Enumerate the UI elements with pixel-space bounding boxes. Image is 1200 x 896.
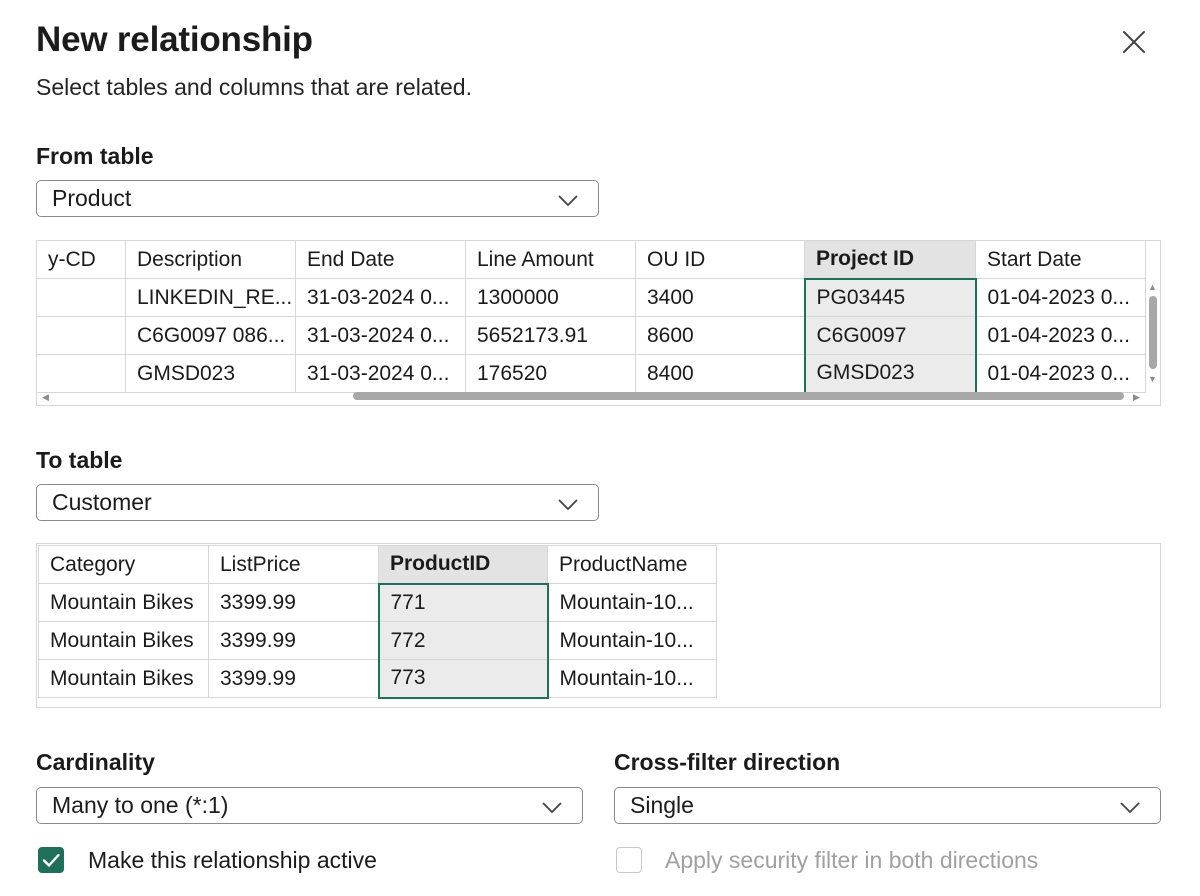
to-table-preview: Category ListPrice ProductID ProductName Mo… (36, 543, 1161, 708)
column-header[interactable]: y-CD (37, 241, 126, 279)
column-header[interactable]: Description (125, 241, 296, 279)
chevron-down-icon (1120, 802, 1140, 814)
table-cell[interactable]: 1300000 (465, 278, 636, 317)
scroll-right-arrow[interactable]: ▶ (1133, 393, 1140, 402)
vertical-scrollbar-thumb[interactable] (1149, 296, 1157, 369)
table-cell[interactable]: 01-04-2023 0... (975, 354, 1146, 393)
column-header[interactable]: OU ID (635, 241, 805, 279)
table-row: Mountain Bikes 3399.99 771 Mountain-10... (38, 582, 717, 622)
table-cell[interactable]: LINKEDIN_RE... (125, 278, 296, 317)
table-cell[interactable]: Mountain Bikes (38, 659, 209, 698)
table-cell[interactable]: GMSD023 (125, 354, 296, 393)
table-cell[interactable]: 31-03-2024 0... (295, 316, 466, 355)
active-checkbox-label[interactable]: Make this relationship active (88, 847, 377, 874)
dialog-title: New relationship (36, 20, 313, 59)
table-cell[interactable] (37, 354, 126, 393)
column-header-selected[interactable]: ProductID (378, 545, 548, 584)
selected-column-cell[interactable]: 771 (377, 582, 549, 622)
chevron-down-icon (542, 802, 562, 814)
table-cell[interactable]: 5652173.91 (465, 316, 636, 355)
selected-column-cell[interactable]: 773 (377, 659, 549, 699)
table-cell[interactable]: 3399.99 (208, 621, 379, 660)
selected-column-cell[interactable]: C6G0097 (803, 316, 977, 355)
checkmark-icon (42, 853, 60, 867)
table-cell[interactable]: 3399.99 (208, 659, 379, 698)
dialog-subtitle: Select tables and columns that are relat… (36, 74, 472, 100)
cross-filter-dropdown[interactable]: Single (614, 787, 1161, 824)
from-table-dropdown[interactable]: Product (36, 180, 599, 217)
from-table-preview: y-CD Description End Date Line Amount OU ID P… (36, 240, 1161, 406)
table-cell[interactable]: 01-04-2023 0... (975, 316, 1146, 355)
table-cell[interactable]: 31-03-2024 0... (295, 354, 466, 393)
column-header-selected[interactable]: Project ID (804, 241, 976, 279)
table-row: Mountain Bikes 3399.99 773 Mountain-10... (38, 659, 717, 699)
cardinality-value: Many to one (*:1) (52, 792, 229, 818)
table-cell[interactable]: 3400 (635, 278, 805, 317)
column-header[interactable]: End Date (295, 241, 466, 279)
table-cell[interactable]: 176520 (465, 354, 636, 393)
security-filter-checkbox[interactable] (616, 847, 642, 873)
table-row: LINKEDIN_RE... 31-03-2024 0... 1300000 3400… (37, 277, 1146, 317)
to-table-value: Customer (52, 489, 152, 515)
active-checkbox[interactable] (38, 847, 64, 873)
column-header[interactable]: ProductName (547, 545, 717, 584)
from-table-label: From table (36, 143, 154, 169)
table-cell[interactable]: Mountain-10... (547, 621, 717, 660)
table-cell[interactable] (37, 316, 126, 355)
security-filter-label[interactable]: Apply security filter in both directions (665, 847, 1038, 874)
close-button[interactable] (1118, 26, 1150, 58)
scroll-down-arrow[interactable]: ▼ (1148, 375, 1157, 384)
scroll-left-arrow[interactable]: ◀ (42, 393, 49, 402)
table-cell[interactable] (37, 278, 126, 317)
to-table-label: To table (36, 447, 123, 473)
column-header[interactable]: Start Date (975, 241, 1146, 279)
table-row: Mountain Bikes 3399.99 772 Mountain-10... (38, 621, 717, 660)
table-row: GMSD023 31-03-2024 0... 176520 8400 GMSD023 0… (37, 354, 1146, 394)
chevron-down-icon (558, 499, 578, 511)
table-cell[interactable]: 3399.99 (208, 583, 379, 622)
to-table-grid: Category ListPrice ProductID ProductName Mo… (38, 545, 717, 699)
table-cell[interactable]: Mountain Bikes (38, 583, 209, 622)
table-cell[interactable]: 8400 (635, 354, 805, 393)
table-cell[interactable]: Mountain-10... (547, 583, 717, 622)
table-cell[interactable]: Mountain Bikes (38, 621, 209, 660)
table-cell[interactable]: Mountain-10... (547, 659, 717, 698)
column-header[interactable]: Category (38, 545, 209, 584)
cross-filter-value: Single (630, 792, 694, 818)
cardinality-dropdown[interactable]: Many to one (*:1) (36, 787, 583, 824)
horizontal-scrollbar-thumb[interactable] (353, 392, 1124, 400)
table-cell[interactable]: 8600 (635, 316, 805, 355)
from-table-value: Product (52, 185, 132, 211)
selected-column-cell[interactable]: GMSD023 (803, 354, 977, 394)
chevron-down-icon (558, 195, 578, 207)
cross-filter-label: Cross-filter direction (614, 749, 841, 775)
from-table-grid: y-CD Description End Date Line Amount OU ID P… (37, 241, 1146, 394)
selected-column-cell[interactable]: PG03445 (803, 277, 977, 317)
selected-column-cell[interactable]: 772 (377, 621, 549, 660)
table-cell[interactable]: C6G0097 086... (125, 316, 296, 355)
column-header[interactable]: ListPrice (208, 545, 379, 584)
scroll-up-arrow[interactable]: ▲ (1148, 283, 1157, 292)
table-cell[interactable]: 31-03-2024 0... (295, 278, 466, 317)
table-cell[interactable]: 01-04-2023 0... (975, 278, 1146, 317)
column-header[interactable]: Line Amount (465, 241, 636, 279)
cardinality-label: Cardinality (36, 749, 155, 775)
to-table-dropdown[interactable]: Customer (36, 484, 599, 521)
table-row: C6G0097 086... 31-03-2024 0... 5652173.91 8… (37, 316, 1146, 355)
close-icon (1123, 31, 1145, 53)
